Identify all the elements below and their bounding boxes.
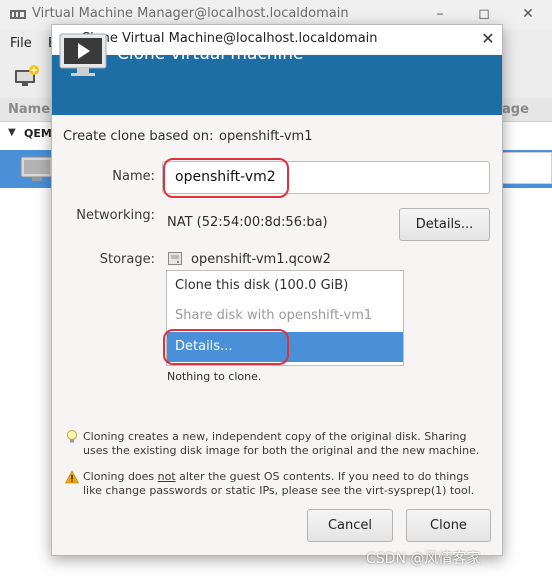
menu-item-clone-disk[interactable]: Clone this disk (100.0 GiB) xyxy=(167,271,403,301)
background-window-title: Virtual Machine Manager@localhost.locald… xyxy=(32,6,349,21)
info-note-line2: uses the existing disk image for both th… xyxy=(83,444,480,457)
warning-text-b: alter the guest OS contents. If you need… xyxy=(175,470,469,483)
warning-icon xyxy=(65,470,79,484)
minimize-icon[interactable]: – xyxy=(430,4,450,24)
networking-value: NAT (52:54:00:8d:56:ba) xyxy=(167,215,328,230)
watermark-text: CSDN @风情客家 xyxy=(366,551,481,567)
menu-item-share-disk: Share disk with openshift-vm1 xyxy=(175,308,373,323)
disk-icon xyxy=(168,252,182,265)
warning-text-a: Cloning does xyxy=(83,470,158,483)
name-input[interactable]: openshift-vm2 xyxy=(162,161,490,194)
info-note-line1: Cloning creates a new, independent copy … xyxy=(83,430,467,443)
warning-note-line1: Cloning does not alter the guest OS cont… xyxy=(83,470,474,484)
banner-title: Clone virtual machine xyxy=(117,44,304,64)
column-header-name[interactable]: Name xyxy=(8,102,50,117)
clone-vm-icon xyxy=(59,33,107,76)
clone-dialog: Clone Virtual Machine@localhost.localdom… xyxy=(51,24,503,556)
column-header-usage[interactable]: age xyxy=(502,102,529,117)
nothing-to-clone-text: Nothing to clone. xyxy=(167,370,262,383)
name-input-value: openshift-vm2 xyxy=(175,169,276,185)
menu-item-details[interactable]: Details... xyxy=(167,332,403,362)
storage-action-menu: Clone this disk (100.0 GiB) Share disk w… xyxy=(166,270,404,366)
expand-arrow-icon[interactable]: ▼ xyxy=(8,127,16,138)
maximize-icon[interactable]: ◻ xyxy=(474,4,494,24)
networking-details-button[interactable]: Details... xyxy=(399,208,490,241)
clone-based-on-label: Create clone based on: xyxy=(63,129,214,144)
dialog-banner xyxy=(52,55,502,115)
clone-based-on-value: openshift-vm1 xyxy=(219,129,313,144)
close-window-icon[interactable]: ✕ xyxy=(518,4,538,24)
vmm-app-icon xyxy=(10,10,26,19)
clone-button[interactable]: Clone xyxy=(406,509,491,542)
menu-file[interactable]: File xyxy=(10,36,32,51)
close-icon[interactable]: ✕ xyxy=(477,28,499,50)
storage-label: Storage: xyxy=(99,252,155,267)
info-note: Cloning creates a new, independent copy … xyxy=(83,430,479,458)
new-vm-icon[interactable] xyxy=(14,64,40,88)
vm-usage-graph xyxy=(500,152,552,184)
lightbulb-icon xyxy=(67,430,77,443)
vm-monitor-icon xyxy=(20,156,54,181)
warning-note-line2: like change passwords or static IPs, ple… xyxy=(83,484,475,497)
warning-note: Cloning does not alter the guest OS cont… xyxy=(83,470,474,498)
networking-label: Networking: xyxy=(76,208,155,223)
name-label: Name: xyxy=(112,169,155,184)
warning-text-emphasis: not xyxy=(157,470,176,483)
storage-disk-name: openshift-vm1.qcow2 xyxy=(191,252,331,267)
cancel-button[interactable]: Cancel xyxy=(307,509,393,542)
